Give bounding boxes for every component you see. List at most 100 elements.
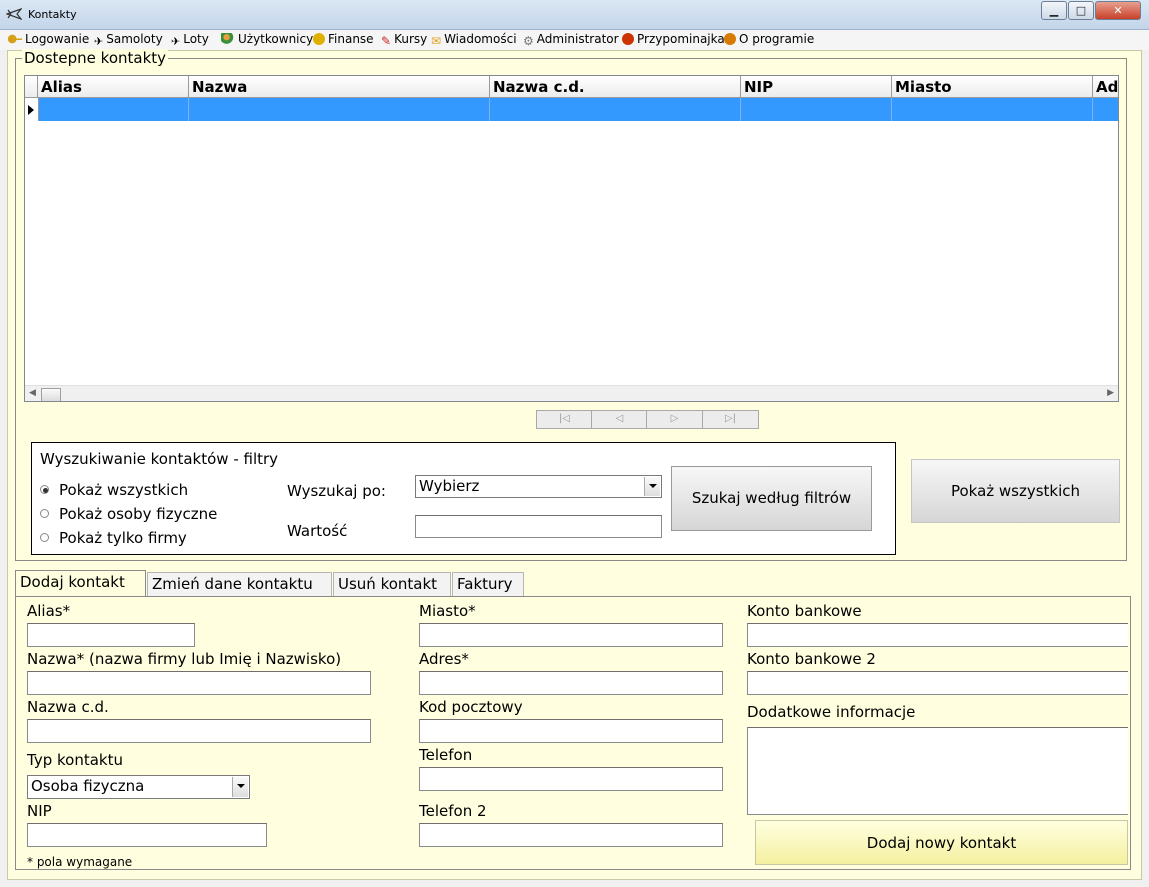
clock-icon	[622, 33, 634, 45]
tab-edit-contact[interactable]: Zmień dane kontaktu	[147, 572, 332, 596]
tab-invoices[interactable]: Faktury	[452, 572, 524, 596]
chevron-down-icon[interactable]	[232, 777, 248, 797]
filters-title: Wyszukiwanie kontaktów - filtry	[40, 450, 279, 468]
radio-show-persons-label[interactable]: Pokaż osoby fizyczne	[59, 505, 217, 523]
filter-value-input[interactable]	[415, 515, 662, 538]
search-by-label: Wyszukaj po:	[287, 482, 386, 500]
contacts-grid[interactable]: Alias Nazwa Nazwa c.d. NIP Miasto Ad ◀ ▶	[24, 75, 1119, 402]
table-cell[interactable]	[38, 98, 189, 121]
horizontal-scrollbar[interactable]: ◀ ▶	[25, 385, 1118, 401]
phone-label: Telefon	[419, 746, 473, 764]
phone-field[interactable]	[419, 767, 723, 791]
nav-prev-button[interactable]: ◁	[591, 410, 648, 429]
value-label: Wartość	[287, 522, 348, 540]
menu-wiadomosci[interactable]: ✉ Wiadomości	[431, 32, 517, 48]
window-title: Kontakty	[28, 8, 77, 21]
menu-o-programie[interactable]: O programie	[724, 32, 814, 46]
bank-account2-label: Konto bankowe 2	[747, 650, 876, 668]
radio-show-all[interactable]	[40, 485, 49, 494]
postal-code-field[interactable]	[419, 719, 723, 743]
nazwa-field[interactable]	[27, 671, 371, 695]
menu-kursy[interactable]: ✎ Kursy	[381, 32, 427, 48]
add-contact-button[interactable]: Dodaj nowy kontakt	[755, 820, 1128, 865]
column-header-nazwa[interactable]: Nazwa	[189, 76, 490, 98]
row-header[interactable]	[25, 98, 39, 121]
pen-icon: ✎	[381, 34, 392, 48]
column-header-miasto[interactable]: Miasto	[892, 76, 1093, 98]
tab-strip: Dodaj kontakt Zmień dane kontaktu Usuń k…	[15, 570, 1131, 597]
close-button[interactable]: ✕	[1095, 1, 1141, 20]
scroll-right-icon[interactable]: ▶	[1107, 388, 1114, 398]
minimize-button[interactable]: ▁	[1041, 1, 1067, 20]
adres-label: Adres*	[419, 650, 469, 668]
envelope-icon: ✉	[431, 34, 442, 48]
menu-finanse[interactable]: Finanse	[313, 32, 374, 46]
bank-account-label: Konto bankowe	[747, 602, 862, 620]
tab-delete-contact[interactable]: Usuń kontakt	[333, 572, 451, 596]
table-cell[interactable]	[892, 98, 1093, 121]
nazwa-label: Nazwa* (nazwa firmy lub Imię i Nazwisko)	[27, 650, 342, 668]
miasto-field[interactable]	[419, 623, 723, 647]
bank-account2-field[interactable]	[747, 671, 1128, 695]
menu-uzytkownicy[interactable]: Użytkownicy	[221, 32, 313, 46]
title-bar	[0, 0, 1149, 30]
users-icon	[221, 33, 235, 45]
radio-show-all-label[interactable]: Pokaż wszystkich	[59, 481, 188, 499]
plane-icon: ✈	[94, 35, 104, 48]
current-row-arrow-icon	[28, 105, 34, 115]
nav-last-button[interactable]: ▷|	[702, 410, 759, 429]
required-note: * pola wymagane	[27, 855, 133, 869]
nazwa-cd-field[interactable]	[27, 719, 371, 743]
nip-field[interactable]	[27, 823, 267, 847]
plane-icon: ✈	[171, 35, 181, 48]
table-cell[interactable]	[189, 98, 490, 121]
table-cell[interactable]	[490, 98, 741, 121]
plane-icon	[6, 8, 22, 20]
maximize-button[interactable]: □	[1068, 1, 1094, 20]
menu-samoloty[interactable]: ✈ Samoloty	[94, 32, 163, 48]
miasto-label: Miasto*	[419, 602, 476, 620]
column-header-alias[interactable]: Alias	[38, 76, 189, 98]
nav-first-button[interactable]: |◁	[536, 410, 593, 429]
coin-icon	[313, 33, 325, 45]
radio-show-persons[interactable]	[40, 509, 49, 518]
tab-add-contact[interactable]: Dodaj kontakt	[15, 570, 146, 597]
menu-administrator[interactable]: ⚙ Administrator	[523, 32, 619, 48]
key-icon	[8, 33, 22, 45]
scroll-left-icon[interactable]: ◀	[29, 388, 36, 398]
radio-show-companies-label[interactable]: Pokaż tylko firmy	[59, 529, 187, 547]
table-row[interactable]	[25, 98, 1118, 121]
grid-corner	[25, 76, 38, 98]
show-all-button[interactable]: Pokaż wszystkich	[911, 459, 1120, 523]
menu-przypominajka[interactable]: Przypominajka	[622, 32, 725, 46]
additional-info-textarea[interactable]	[747, 727, 1128, 815]
phone2-label: Telefon 2	[419, 802, 487, 820]
contact-type-select[interactable]: Osoba fizyczna	[27, 775, 250, 799]
search-by-select[interactable]: Wybierz	[415, 475, 662, 498]
menu-loty[interactable]: ✈ Loty	[171, 32, 209, 48]
column-header-nip[interactable]: NIP	[741, 76, 892, 98]
radio-show-companies[interactable]	[40, 533, 49, 542]
record-navigator: |◁ ◁ ▷ ▷|	[536, 410, 759, 429]
column-header-nazwa-cd[interactable]: Nazwa c.d.	[490, 76, 741, 98]
bank-account-field[interactable]	[747, 623, 1128, 647]
nazwa-cd-label: Nazwa c.d.	[27, 698, 109, 716]
alias-field[interactable]	[27, 623, 195, 647]
contacts-group-title: Dostepne kontakty	[22, 49, 169, 67]
alias-label: Alias*	[27, 602, 71, 620]
contact-type-label: Typ kontaktu	[27, 751, 123, 769]
menu-logowanie[interactable]: Logowanie	[8, 32, 89, 46]
nip-label: NIP	[27, 802, 52, 820]
additional-info-label: Dodatkowe informacje	[747, 703, 916, 721]
search-filters-button[interactable]: Szukaj według filtrów	[671, 466, 872, 531]
scroll-thumb[interactable]	[41, 388, 61, 401]
phone2-field[interactable]	[419, 823, 723, 847]
info-icon	[724, 33, 736, 45]
chevron-down-icon[interactable]	[644, 477, 660, 496]
postal-code-label: Kod pocztowy	[419, 698, 523, 716]
admin-icon: ⚙	[523, 34, 534, 48]
column-header-adres[interactable]: Ad	[1093, 76, 1118, 98]
adres-field[interactable]	[419, 671, 723, 695]
nav-next-button[interactable]: ▷	[646, 410, 703, 429]
table-cell[interactable]	[741, 98, 892, 121]
